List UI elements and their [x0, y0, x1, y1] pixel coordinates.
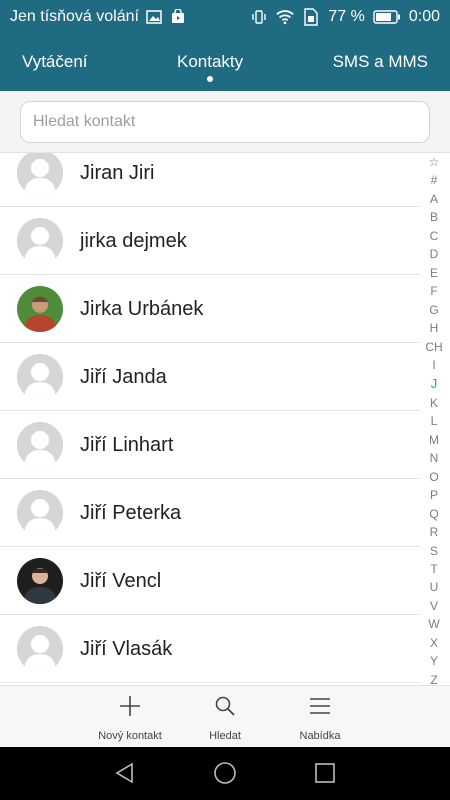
- index-letter[interactable]: T: [430, 563, 437, 575]
- index-letter[interactable]: U: [430, 581, 439, 593]
- list-item[interactable]: Jiří Linhart: [0, 411, 420, 479]
- avatar: [17, 286, 63, 332]
- tab-sms-mms[interactable]: SMS a MMS: [333, 33, 428, 91]
- carrier-text: Jen tísňová volání: [10, 7, 139, 25]
- avatar: [17, 153, 63, 196]
- contact-name: Jiří Linhart: [80, 433, 174, 456]
- contact-name: Jiran Jiri: [80, 161, 155, 184]
- search-icon: [211, 692, 239, 720]
- tab-dialer[interactable]: Vytáčení: [22, 33, 88, 91]
- system-nav-bar: [0, 747, 450, 800]
- list-item[interactable]: Jirka Urbánek: [0, 275, 420, 343]
- image-icon: [145, 8, 163, 26]
- contact-name: Jiří Janda: [80, 365, 167, 388]
- index-letter[interactable]: ☆: [429, 156, 440, 168]
- status-bar: Jen tísňová volání 77 % 0:00: [0, 0, 450, 33]
- index-letter[interactable]: D: [430, 248, 439, 260]
- avatar: [17, 490, 63, 536]
- action-bar: Nový kontakt Hledat Nabídka: [0, 685, 450, 747]
- new-contact-button[interactable]: Nový kontakt: [75, 692, 185, 742]
- battery-icon: [373, 8, 401, 26]
- list-item[interactable]: Jiran Jiri: [0, 153, 420, 207]
- index-letter[interactable]: X: [430, 637, 438, 649]
- index-letter[interactable]: R: [430, 526, 439, 538]
- clock: 0:00: [408, 7, 440, 25]
- index-letter[interactable]: Z: [430, 674, 437, 686]
- list-item[interactable]: Jiří Vencl: [0, 547, 420, 615]
- index-letter[interactable]: I: [432, 359, 435, 371]
- tab-bar: Vytáčení Kontakty SMS a MMS: [0, 33, 450, 91]
- index-letter[interactable]: K: [430, 397, 438, 409]
- search-area: [0, 91, 450, 153]
- active-tab-indicator: [207, 76, 214, 82]
- menu-label: Nabídka: [299, 730, 341, 742]
- avatar: [17, 354, 63, 400]
- index-letter[interactable]: A: [430, 193, 438, 205]
- index-letter[interactable]: C: [430, 230, 439, 242]
- contact-name: Jirka Urbánek: [80, 297, 204, 320]
- avatar: [17, 558, 63, 604]
- contact-name: Jiří Vencl: [80, 569, 162, 592]
- index-letter[interactable]: B: [430, 211, 438, 223]
- list-item[interactable]: jirka dejmek: [0, 207, 420, 275]
- plus-icon: [116, 692, 144, 720]
- tab-contacts[interactable]: Kontakty: [177, 33, 243, 91]
- contact-name: jirka dejmek: [80, 229, 187, 252]
- index-letter[interactable]: H: [430, 322, 439, 334]
- search-input[interactable]: [20, 101, 430, 143]
- battery-percent: 77 %: [328, 7, 365, 25]
- new-contact-label: Nový kontakt: [98, 730, 162, 742]
- store-icon: [169, 8, 187, 26]
- index-letter[interactable]: L: [431, 415, 438, 427]
- recents-icon[interactable]: [312, 760, 338, 786]
- sim-icon: [302, 7, 320, 26]
- index-letter[interactable]: G: [429, 304, 438, 316]
- contact-list[interactable]: Jiran Jiri jirka dejmek Jirka Urbánek Ji…: [0, 153, 420, 685]
- index-letter[interactable]: S: [430, 545, 438, 557]
- index-letter[interactable]: W: [428, 618, 439, 630]
- avatar: [17, 422, 63, 468]
- index-letter[interactable]: #: [431, 174, 438, 186]
- contact-name: Jiří Peterka: [80, 501, 182, 524]
- index-letter[interactable]: N: [430, 452, 439, 464]
- list-item[interactable]: Jiří Vlasák: [0, 615, 420, 683]
- contact-name: Jiří Vlasák: [80, 637, 173, 660]
- list-item[interactable]: Jiří Janda: [0, 343, 420, 411]
- index-letter[interactable]: Q: [429, 508, 438, 520]
- index-letter[interactable]: M: [429, 434, 439, 446]
- list-item[interactable]: Jiří Peterka: [0, 479, 420, 547]
- index-letter-active[interactable]: J: [431, 377, 438, 390]
- back-icon[interactable]: [112, 760, 138, 786]
- wifi-icon: [276, 8, 295, 26]
- home-icon[interactable]: [212, 760, 238, 786]
- index-letter[interactable]: Y: [430, 655, 438, 667]
- index-letter[interactable]: F: [430, 285, 437, 297]
- index-letter[interactable]: O: [429, 471, 438, 483]
- search-label: Hledat: [209, 730, 241, 742]
- search-button[interactable]: Hledat: [170, 692, 280, 742]
- index-letter[interactable]: P: [430, 489, 438, 501]
- avatar: [17, 626, 63, 672]
- index-letter[interactable]: V: [430, 600, 438, 612]
- index-letter[interactable]: E: [430, 267, 438, 279]
- menu-button[interactable]: Nabídka: [265, 692, 375, 742]
- avatar: [17, 218, 63, 264]
- alphabet-index[interactable]: ☆ # A B C D E F G H CH I J K L M N O P Q…: [422, 156, 446, 686]
- vibrate-icon: [250, 8, 268, 26]
- menu-icon: [306, 692, 334, 720]
- index-letter[interactable]: CH: [425, 341, 442, 353]
